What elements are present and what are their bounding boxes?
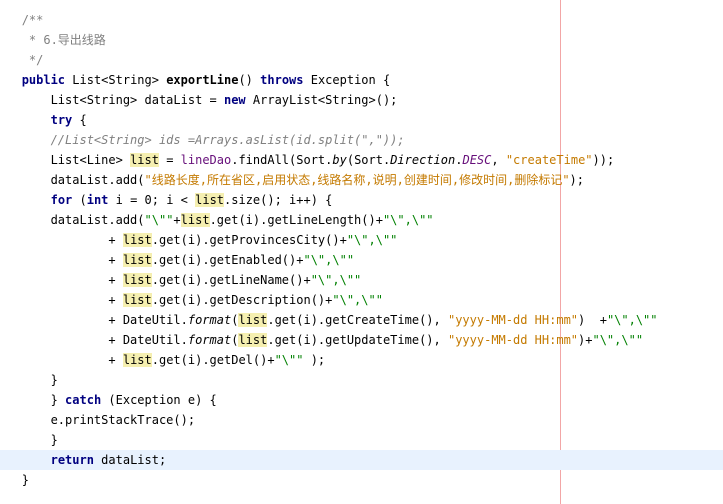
code-line[interactable]: } [0, 370, 723, 390]
code-line[interactable]: + list.get(i).getLineName()+"\",\"" [0, 270, 723, 290]
code-text: List<String> dataList = new ArrayList<St… [21, 93, 398, 107]
code-text: } [21, 433, 58, 447]
code-text: public List<String> exportLine() throws … [21, 73, 391, 87]
code-line[interactable]: try { [0, 110, 723, 130]
code-text: /** [21, 13, 44, 27]
code-text: } [21, 373, 58, 387]
code-line[interactable]: } [0, 430, 723, 450]
code-text: + DateUtil.format(list.get(i).getUpdateT… [21, 333, 644, 347]
code-text: + DateUtil.format(list.get(i).getCreateT… [21, 313, 658, 327]
code-editor[interactable]: /** * 6.导出线路 */ public List<String> expo… [0, 0, 723, 504]
code-line[interactable]: for (int i = 0; i < list.size(); i++) { [0, 190, 723, 210]
code-line[interactable]: /** [0, 10, 723, 30]
code-line[interactable]: + list.get(i).getDescription()+"\",\"" [0, 290, 723, 310]
code-text: e.printStackTrace(); [21, 413, 196, 427]
code-line[interactable]: + list.get(i).getDel()+"\"" ); [0, 350, 723, 370]
code-text: try { [50, 113, 87, 127]
code-text: + list.get(i).getProvincesCity()+"\",\"" [21, 233, 398, 247]
code-line[interactable]: + list.get(i).getProvincesCity()+"\",\"" [0, 230, 723, 250]
code-text: */ [21, 53, 44, 67]
code-text: dataList.add("线路长度,所在省区,启用状态,线路名称,说明,创建时… [21, 173, 584, 187]
code-line[interactable]: //List<String> ids =Arrays.asList(id.spl… [0, 130, 723, 150]
code-text: return dataList; [50, 453, 167, 467]
code-text: //List<String> ids =Arrays.asList(id.spl… [21, 133, 405, 147]
code-line[interactable]: */ [0, 50, 723, 70]
code-text: + list.get(i).getDescription()+"\",\"" [21, 293, 383, 307]
code-line[interactable]: e.printStackTrace(); [0, 410, 723, 430]
code-line[interactable]: List<Line> list = lineDao.findAll(Sort.b… [0, 150, 723, 170]
code-text: + list.get(i).getDel()+"\"" ); [21, 353, 326, 367]
code-line[interactable]: + list.get(i).getEnabled()+"\",\"" [0, 250, 723, 270]
code-line[interactable]: dataList.add("\""+list.get(i).getLineLen… [0, 210, 723, 230]
code-line-current[interactable]: return dataList; [0, 450, 723, 470]
code-line[interactable]: } [0, 470, 723, 490]
code-line[interactable]: public List<String> exportLine() throws … [0, 70, 723, 90]
code-line[interactable]: List<String> dataList = new ArrayList<St… [0, 90, 723, 110]
code-text: for (int i = 0; i < list.size(); i++) { [50, 193, 333, 207]
code-line[interactable]: dataList.add("线路长度,所在省区,启用状态,线路名称,说明,创建时… [0, 170, 723, 190]
code-text: + list.get(i).getLineName()+"\",\"" [21, 273, 362, 287]
code-line[interactable]: + DateUtil.format(list.get(i).getCreateT… [0, 310, 723, 330]
code-line[interactable]: * 6.导出线路 [0, 30, 723, 50]
code-text: } [21, 473, 29, 487]
code-line[interactable]: } catch (Exception e) { [0, 390, 723, 410]
code-text: + list.get(i).getEnabled()+"\",\"" [21, 253, 355, 267]
code-text: * 6.导出线路 [21, 33, 106, 47]
code-text: } catch (Exception e) { [21, 393, 217, 407]
code-line[interactable]: + DateUtil.format(list.get(i).getUpdateT… [0, 330, 723, 350]
code-text: List<Line> list = lineDao.findAll(Sort.b… [21, 153, 615, 167]
code-text: dataList.add("\""+list.get(i).getLineLen… [21, 213, 434, 227]
